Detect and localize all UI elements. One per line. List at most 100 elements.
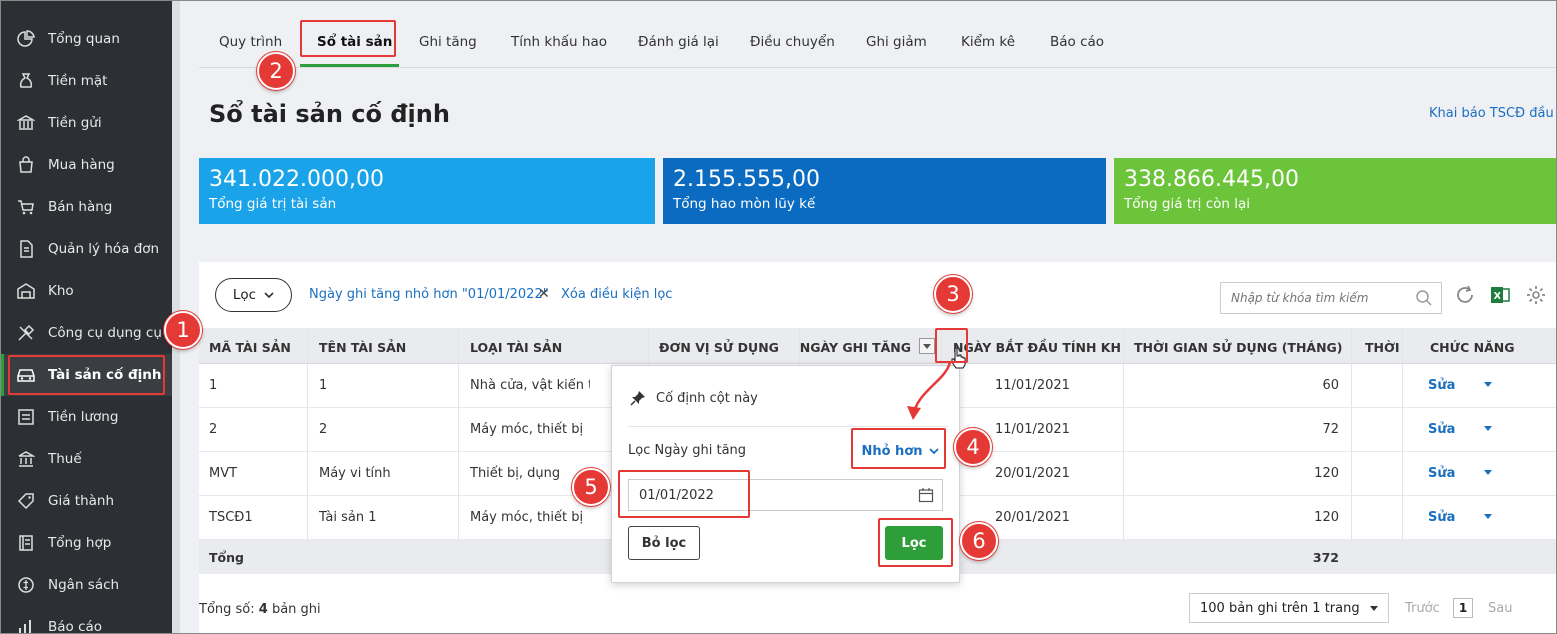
sidebar-item-label: Bán hàng: [48, 199, 113, 215]
search-icon[interactable]: [1415, 289, 1433, 311]
sidebar-item-overview[interactable]: Tổng quan: [0, 18, 172, 60]
budget-icon: [16, 575, 36, 595]
excel-export-icon[interactable]: X: [1489, 284, 1511, 310]
col-header-increase-date[interactable]: NGÀY GHI TĂNG: [799, 340, 911, 355]
filter-button-label: Lọc: [232, 287, 257, 303]
edit-link[interactable]: Sửa: [1428, 378, 1455, 393]
cell-name: 1: [319, 378, 328, 393]
active-filter-chip[interactable]: Ngày ghi tăng nhỏ hơn "01/01/2022": [309, 287, 549, 302]
sidebar-item-label: Giá thành: [48, 493, 115, 509]
action-dropdown-icon[interactable]: [1484, 426, 1492, 431]
step-badge-6: 6: [960, 522, 998, 560]
tab-decrease[interactable]: Ghi giảm: [866, 34, 927, 50]
sidebar-item-sales[interactable]: Bán hàng: [0, 186, 172, 228]
tab-report[interactable]: Báo cáo: [1050, 34, 1104, 50]
tab-increase[interactable]: Ghi tăng: [419, 34, 477, 50]
cell-type: Nhà cửa, vật kiến trú: [470, 378, 590, 393]
column-filter-dropdown-icon[interactable]: [919, 338, 935, 354]
highlight-operator-select: [851, 428, 946, 469]
search-input[interactable]: [1221, 283, 1401, 313]
calendar-icon[interactable]: [918, 487, 934, 507]
cell-start-date: 20/01/2021: [995, 510, 1070, 525]
sidebar-item-general[interactable]: Tổng hợp: [0, 522, 172, 564]
refresh-icon[interactable]: [1454, 284, 1476, 310]
sidebar-item-label: Thuế: [48, 451, 82, 467]
ledger-icon: [16, 533, 36, 553]
cell-type: Máy móc, thiết bị: [470, 510, 584, 525]
cell-months: 120: [1314, 466, 1339, 481]
cell-start-date: 20/01/2021: [995, 466, 1070, 481]
sidebar-item-tax[interactable]: Thuế: [0, 438, 172, 480]
edit-link[interactable]: Sửa: [1428, 466, 1455, 481]
report-icon: [16, 617, 36, 634]
cell-months: 72: [1322, 422, 1339, 437]
sidebar-item-budget[interactable]: Ngân sách: [0, 564, 172, 606]
cell-name: 2: [319, 422, 328, 437]
col-header-name[interactable]: TÊN TÀI SẢN: [319, 340, 406, 355]
tab-inventory[interactable]: Kiểm kê: [961, 34, 1015, 50]
filter-button[interactable]: Lọc: [215, 278, 292, 312]
chevron-down-icon: [1370, 606, 1378, 611]
page-size-value: 100 bản ghi trên 1 trang: [1200, 600, 1360, 616]
sidebar-item-invoice[interactable]: Quản lý hóa đơn: [0, 228, 172, 270]
tab-depreciation[interactable]: Tính khấu hao: [511, 34, 607, 50]
col-header-type[interactable]: LOẠI TÀI SẢN: [470, 340, 562, 355]
tools-icon: [16, 323, 36, 343]
record-count-suffix: bản ghi: [267, 602, 321, 617]
pin-column-option[interactable]: Cố định cột này: [630, 390, 758, 406]
invoice-icon: [16, 239, 36, 259]
card-value: 2.155.555,00: [673, 167, 820, 192]
sidebar-item-payroll[interactable]: Tiền lương: [0, 396, 172, 438]
sidebar-item-label: Quản lý hóa đơn: [48, 241, 160, 257]
summary-card-depreciation: 2.155.555,00 Tổng hao mòn lũy kế: [663, 158, 1106, 224]
module-tabs: Quy trình Sổ tài sản Ghi tăng Tính khấu …: [199, 0, 1557, 68]
edit-link[interactable]: Sửa: [1428, 422, 1455, 437]
remove-filter-icon[interactable]: ✕: [538, 286, 550, 302]
shopping-bag-icon: [16, 155, 36, 175]
clear-filter-button[interactable]: Bỏ lọc: [628, 526, 700, 560]
tab-process[interactable]: Quy trình: [219, 34, 282, 50]
col-header-code[interactable]: MÃ TÀI SẢN: [209, 340, 291, 355]
sidebar-item-warehouse[interactable]: Kho: [0, 270, 172, 312]
col-header-depreciation-start[interactable]: NGÀY BẮT ĐẦU TÍNH KH: [953, 340, 1121, 355]
current-page[interactable]: 1: [1453, 598, 1473, 618]
cell-months: 60: [1322, 378, 1339, 393]
sidebar-item-deposit[interactable]: Tiền gửi: [0, 102, 172, 144]
sidebar-item-tools[interactable]: Công cụ dụng cụ: [0, 312, 172, 354]
record-count: Tổng số: 4 bản ghi: [199, 602, 321, 617]
settings-gear-icon[interactable]: [1525, 284, 1547, 310]
step-badge-2: 2: [257, 52, 295, 90]
record-count-number: 4: [258, 602, 268, 617]
col-header-unit[interactable]: ĐƠN VỊ SỬ DỤNG: [659, 340, 779, 355]
clear-filter-link[interactable]: Xóa điều kiện lọc: [561, 287, 672, 302]
action-dropdown-icon[interactable]: [1484, 382, 1492, 387]
cell-type: Máy móc, thiết bị: [470, 422, 584, 437]
tab-transfer[interactable]: Điều chuyển: [750, 34, 835, 50]
col-header-time-truncated[interactable]: THỜI G: [1365, 340, 1401, 355]
payroll-icon: [16, 407, 36, 427]
action-dropdown-icon[interactable]: [1484, 514, 1492, 519]
prev-page-button[interactable]: Trước: [1405, 601, 1440, 616]
sidebar-item-label: Ngân sách: [48, 577, 120, 593]
active-tab-indicator: [300, 64, 399, 67]
edit-link[interactable]: Sửa: [1428, 510, 1455, 525]
page-size-select[interactable]: 100 bản ghi trên 1 trang: [1189, 593, 1389, 623]
highlight-date-input: [618, 470, 750, 518]
cell-months: 120: [1314, 510, 1339, 525]
action-dropdown-icon[interactable]: [1484, 470, 1492, 475]
sidebar-item-cost[interactable]: Giá thành: [0, 480, 172, 522]
annotation-arrow: [907, 361, 952, 420]
sidebar-item-cash[interactable]: Tiền mặt: [0, 60, 172, 102]
footer-total-months: 372: [1312, 550, 1339, 565]
col-header-usage-months[interactable]: THỜI GIAN SỬ DỤNG (THÁNG): [1134, 340, 1343, 355]
next-page-button[interactable]: Sau: [1488, 601, 1512, 616]
cell-name: Máy vi tính: [319, 466, 391, 481]
sidebar-item-purchase[interactable]: Mua hàng: [0, 144, 172, 186]
cell-code: 1: [209, 378, 218, 393]
sidebar-item-report[interactable]: Báo cáo: [0, 606, 172, 634]
sidebar: Tổng quan Tiền mặt Tiền gửi Mua hàng Bán…: [0, 0, 172, 634]
step-badge-3: 3: [934, 275, 972, 313]
tab-revaluation[interactable]: Đánh giá lại: [638, 34, 719, 50]
cell-name: Tài sản 1: [319, 510, 377, 525]
declare-opening-link[interactable]: Khai báo TSCĐ đầu kỳ: [1429, 106, 1557, 121]
